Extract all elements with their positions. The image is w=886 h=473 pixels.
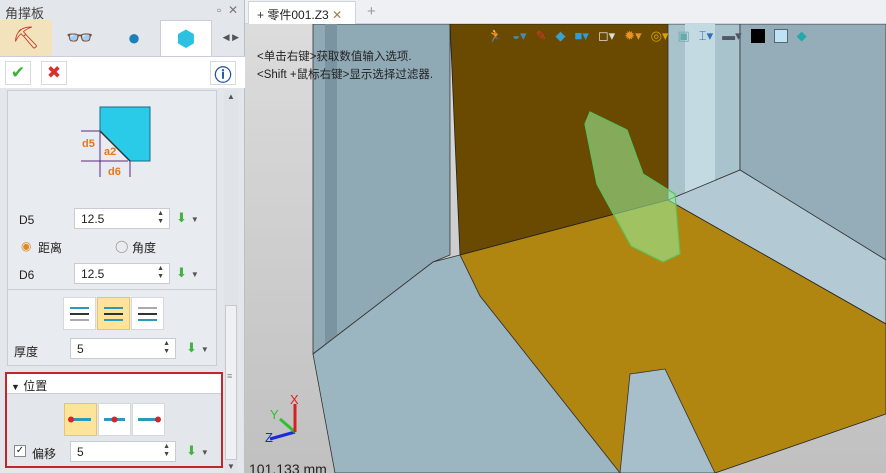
position-end-button[interactable] bbox=[132, 403, 165, 436]
spinner-arrows[interactable]: ▲ ▼ bbox=[157, 265, 164, 281]
radio-angle[interactable]: ◯ bbox=[115, 239, 128, 253]
point-start-icon bbox=[68, 416, 91, 423]
scroll-up-icon[interactable]: ▲ bbox=[227, 92, 235, 101]
measure-readout: 101.133 mm bbox=[249, 461, 327, 473]
align-top-icon bbox=[70, 307, 89, 321]
position-start-button[interactable] bbox=[64, 403, 97, 436]
align-bottom-icon bbox=[138, 307, 157, 321]
3d-viewport[interactable]: X Y Z <单击右键>获取数值输入选项. <Shift +鼠标右键>显示选择过… bbox=[245, 24, 886, 473]
download-icon[interactable]: ⬇ ▼ bbox=[176, 210, 199, 226]
tab-document[interactable]: + 零件001.Z3 ✕ bbox=[248, 1, 356, 24]
dimension-icon[interactable]: ⌶▾ bbox=[699, 28, 713, 44]
black-background-icon[interactable] bbox=[750, 29, 765, 43]
thickness-value: 5 bbox=[77, 342, 84, 356]
radio-distance[interactable]: ◉ bbox=[21, 239, 31, 253]
d5-dim-label: d5 bbox=[82, 138, 95, 150]
hint-right-click: <单击右键>获取数值输入选项. bbox=[257, 51, 412, 63]
offset-value: 5 bbox=[77, 445, 84, 459]
d6-value: 12.5 bbox=[81, 267, 105, 281]
axis-y-label: Y bbox=[270, 407, 279, 422]
d5-label: D5 bbox=[19, 213, 35, 227]
radio-angle-label: 角度 bbox=[132, 241, 157, 255]
document-area: + 零件001.Z3 ✕ + X Y Z <单击右键>获取数值输入选项. <Sh… bbox=[245, 0, 886, 473]
download-icon[interactable]: ⬇ ▼ bbox=[176, 265, 199, 281]
panel-scrollbar[interactable]: ▲ ≡ ▼ bbox=[224, 90, 238, 473]
d5-input[interactable]: 12.5 ▲ ▼ bbox=[74, 208, 170, 229]
point-end-icon bbox=[138, 416, 161, 423]
align-bottom-button[interactable] bbox=[131, 297, 164, 330]
x-icon: ✖ bbox=[46, 63, 62, 82]
gusset-diagram: d5 a2 d6 bbox=[81, 106, 151, 178]
axis-z-label: Z bbox=[265, 430, 273, 445]
a2-dim-label: a2 bbox=[104, 146, 116, 158]
align-top-button[interactable] bbox=[63, 297, 96, 330]
tab-sphere[interactable]: ● bbox=[108, 20, 160, 56]
close-icon[interactable]: ✕ bbox=[228, 3, 238, 17]
axis-x-label: X bbox=[290, 392, 299, 407]
pencil-icon[interactable]: ✎ bbox=[536, 28, 547, 44]
spinner-arrows[interactable]: ▲ ▼ bbox=[163, 443, 170, 459]
hint-shift-right-click: <Shift +鼠标右键>显示选择过滤器. bbox=[257, 69, 434, 81]
thickness-input[interactable]: 5 ▲ ▼ bbox=[70, 338, 176, 359]
d6-dim-label: d6 bbox=[108, 166, 121, 178]
tab-view[interactable]: 👓 bbox=[54, 20, 106, 56]
d6-label: D6 bbox=[19, 268, 35, 282]
more-icon[interactable]: ◆ bbox=[797, 28, 807, 44]
scrollbar-thumb[interactable]: ≡ bbox=[225, 305, 237, 460]
fit-icon[interactable]: ▣ bbox=[678, 28, 690, 44]
sphere-icon: ● bbox=[127, 25, 141, 50]
pin-icon[interactable]: ▫ bbox=[217, 3, 221, 17]
offset-input[interactable]: 5 ▲ ▼ bbox=[70, 441, 176, 462]
info-button[interactable]: ⓘ bbox=[210, 61, 236, 85]
spinner-arrows[interactable]: ▲ ▼ bbox=[163, 340, 170, 356]
position-middle-button[interactable] bbox=[98, 403, 131, 436]
gusset-icon: ⬢ bbox=[176, 25, 196, 51]
zoom-icon[interactable]: ◎▾ bbox=[651, 28, 669, 44]
close-tab-icon[interactable]: ✕ bbox=[332, 8, 342, 22]
offset-checkbox[interactable]: ✓ bbox=[14, 445, 26, 457]
check-icon: ✔ bbox=[10, 63, 26, 82]
wire-cube-icon[interactable]: ◻▾ bbox=[598, 28, 615, 44]
offset-label: 偏移 bbox=[32, 447, 57, 461]
tab-stamp[interactable]: ⛏ bbox=[0, 20, 52, 56]
radio-distance-label: 距离 bbox=[38, 241, 63, 255]
info-icon: ⓘ bbox=[214, 65, 232, 85]
parameters-group: d5 a2 d6 D5 12.5 ▲ ▼ ⬇ ▼ ◉ 距离 ◯ 角度 D6 12.5 ▲… bbox=[7, 90, 217, 290]
collapse-icon: ▼ bbox=[11, 382, 20, 392]
part-icon[interactable]: ◆ bbox=[555, 28, 565, 44]
filter-icon[interactable]: ✹▾ bbox=[624, 28, 641, 44]
align-middle-button[interactable] bbox=[97, 297, 130, 330]
cancel-button[interactable]: ✖ bbox=[41, 61, 67, 85]
display-icon[interactable]: ▬▾ bbox=[722, 28, 742, 44]
view-toolbar: 🏃 ◒▾ ✎ ◆ ■▾ ◻▾ ✹▾ ◎▾ ▣ ⌶▾ ▬▾ ◆ bbox=[487, 27, 807, 45]
spinner-arrows[interactable]: ▲ ▼ bbox=[157, 210, 164, 226]
download-icon[interactable]: ⬇ ▼ bbox=[186, 443, 209, 459]
align-middle-icon bbox=[104, 307, 123, 321]
scroll-down-icon[interactable]: ▼ bbox=[227, 462, 235, 471]
download-icon[interactable]: ⬇ ▼ bbox=[186, 340, 209, 356]
tab-scroll-arrows[interactable]: ◀ ▶ bbox=[223, 32, 239, 43]
point-middle-icon bbox=[104, 416, 125, 423]
add-tab-button[interactable]: + bbox=[367, 3, 376, 20]
tab-gusset[interactable]: ⬢ bbox=[160, 20, 212, 56]
gusset-panel: 角撑板 ▫ ✕ ⛏ 👓 ● ⬢ ◀ ▶ ✔ ✖ ⓘ d5 a2 d6 D5 12… bbox=[0, 0, 245, 473]
document-tab-label: 零件001.Z3 bbox=[267, 8, 329, 22]
3d-model[interactable]: X Y Z bbox=[245, 24, 886, 473]
position-section: ▼ 位置 ✓ 偏移 5 ▲ ▼ ⬇ ▼ bbox=[5, 372, 223, 468]
d5-value: 12.5 bbox=[81, 212, 105, 226]
position-header[interactable]: ▼ 位置 bbox=[7, 374, 221, 394]
position-title: 位置 bbox=[23, 379, 48, 393]
thickness-label: 厚度 bbox=[14, 345, 39, 359]
exit-icon[interactable]: 🏃 bbox=[487, 28, 503, 44]
light-background-icon[interactable] bbox=[773, 29, 788, 43]
shaded-cube-icon[interactable]: ■▾ bbox=[574, 28, 588, 44]
thickness-group: 厚度 5 ▲ ▼ ⬇ ▼ bbox=[7, 290, 217, 366]
render-mode-icon[interactable]: ◒▾ bbox=[512, 28, 526, 44]
d6-input[interactable]: 12.5 ▲ ▼ bbox=[74, 263, 170, 284]
stamp-icon: ⛏ bbox=[12, 25, 40, 50]
ok-button[interactable]: ✔ bbox=[5, 61, 31, 85]
glasses-icon: 👓 bbox=[66, 25, 94, 50]
